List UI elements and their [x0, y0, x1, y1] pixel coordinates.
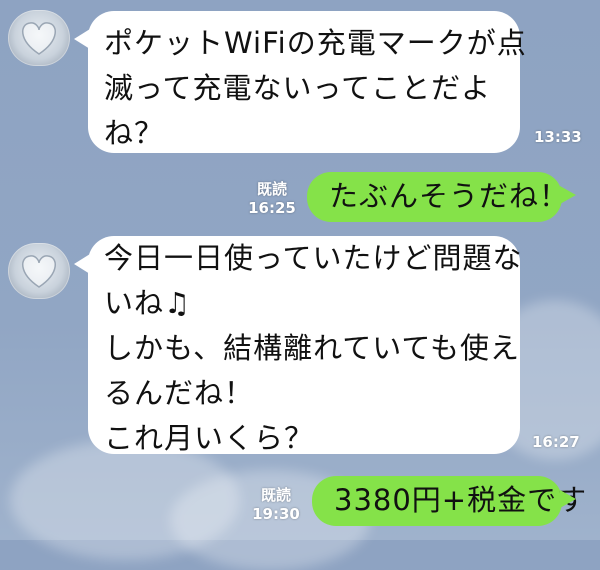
message-line: 滅って充電ないってことだよ: [104, 71, 492, 105]
message-text: たぶんそうだね！: [329, 179, 570, 213]
message-bubble-sent[interactable]: 3380円+税金です: [312, 476, 588, 526]
heart-icon: [22, 22, 56, 55]
read-label: 既読: [256, 180, 287, 198]
bubble-tail: [74, 254, 90, 274]
message-line: しかも、結構離れていても使え: [104, 331, 520, 365]
heart-icon: [22, 255, 56, 288]
read-receipt: 既読 16:25: [244, 178, 300, 217]
message-line: ね？: [104, 116, 165, 150]
read-receipt: 既読 19:30: [248, 484, 304, 523]
message-text: 3380円+税金です: [334, 483, 588, 517]
message-line: 今日一日使っていたけど問題な: [104, 241, 523, 275]
message-line: いね♫: [104, 286, 191, 320]
bubble-tail: [560, 490, 576, 508]
bubble-tail: [560, 186, 576, 204]
contact-avatar[interactable]: [8, 243, 70, 299]
message-time: 16:27: [532, 433, 580, 451]
bubble-tail: [74, 29, 90, 49]
message-line: これ月いくら？: [104, 421, 315, 455]
read-label: 既読: [260, 486, 291, 504]
message-time: 19:30: [252, 505, 300, 523]
contact-avatar[interactable]: [8, 10, 70, 66]
message-bubble-received[interactable]: 今日一日使っていたけど問題な いね♫ しかも、結構離れていても使え るんだね！ …: [74, 236, 523, 455]
message-line: ポケットWiFiの充電マークが点: [104, 26, 527, 60]
message-bubble-received[interactable]: ポケットWiFiの充電マークが点 滅って充電ないってことだよ ね？: [74, 11, 527, 153]
message-time: 13:33: [534, 128, 582, 146]
message-time: 16:25: [248, 199, 296, 217]
message-line: るんだね！: [104, 376, 255, 410]
message-bubble-sent[interactable]: たぶんそうだね！: [307, 172, 576, 222]
